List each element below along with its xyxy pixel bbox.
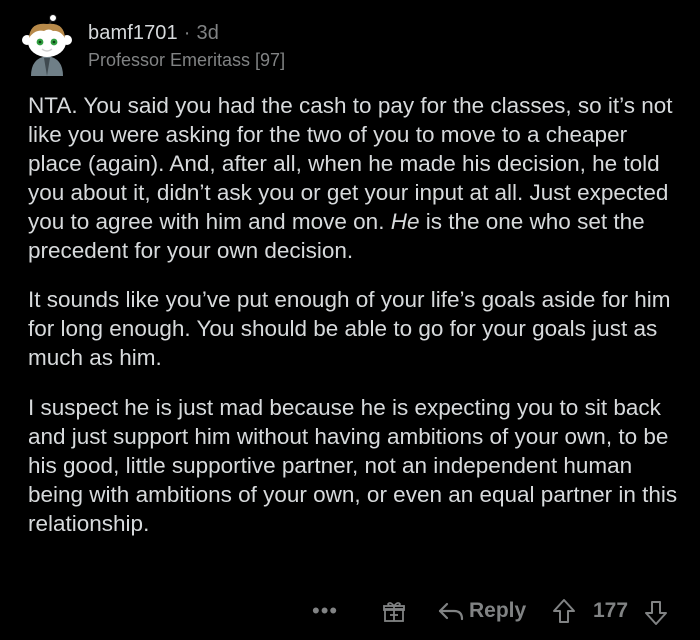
comment-action-bar: ••• Reply 177 [0, 598, 700, 628]
downvote-arrow-icon[interactable] [644, 600, 668, 626]
user-flair: Professor Emeritass [97] [88, 50, 286, 70]
comment-body: NTA. You said you had the cash to pay fo… [28, 92, 680, 560]
comment-paragraph-2: It sounds like you’ve put enough of your… [28, 287, 671, 371]
comment: bamf1701 · 3d Professor Emeritass [97] NTA… [0, 0, 700, 640]
reply-arrow-icon[interactable] [438, 602, 464, 622]
upvote-arrow-icon[interactable] [552, 598, 576, 624]
comment-paragraph-1: NTA. You said you had the cash to pay fo… [28, 92, 680, 265]
comment-paragraph-3: I suspect he is just mad because he is e… [28, 395, 678, 536]
award-gift-icon[interactable] [382, 600, 406, 624]
more-options-icon[interactable]: ••• [312, 598, 338, 624]
comment-age: 3d [196, 22, 219, 44]
snoo-avatar-icon[interactable] [18, 14, 76, 76]
meta-separator: · [183, 22, 191, 44]
vote-score: 177 [593, 599, 629, 622]
emphasized-text: He [390, 208, 420, 234]
reply-button[interactable]: Reply [469, 599, 526, 623]
comment-header: bamf1701 · 3d [88, 22, 219, 45]
username-link[interactable]: bamf1701 [88, 22, 178, 44]
